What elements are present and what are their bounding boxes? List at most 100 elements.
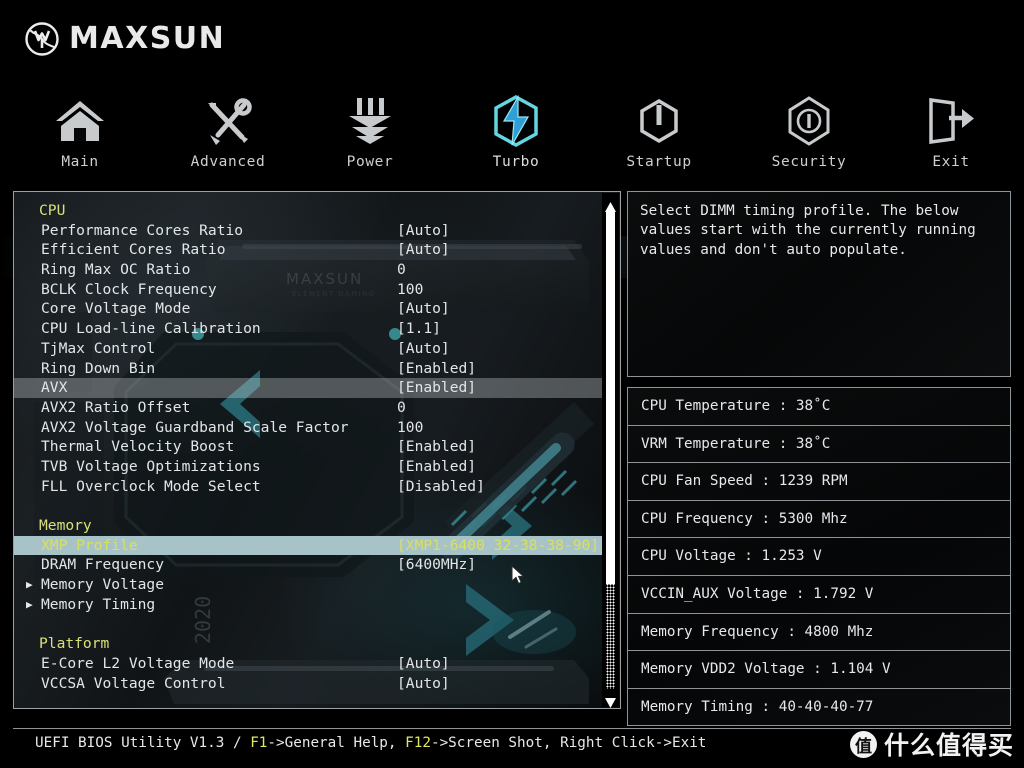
footer-key-f1: F1 [250, 735, 268, 751]
settings-row-label: Ring Max OC Ratio [41, 261, 191, 279]
status-bar-text: UEFI BIOS Utility V1.3 / F1->General Hel… [35, 735, 706, 751]
settings-row[interactable]: AVX2 Ratio Offset 0 [14, 398, 602, 418]
bios-screen: MAXSUN Main Advanced Power Turbo Startup… [0, 0, 1024, 768]
settings-row[interactable]: E-Core L2 Voltage Mode [Auto] [14, 654, 602, 674]
settings-row[interactable]: TjMax Control [Auto] [14, 339, 602, 359]
home-icon [52, 94, 108, 148]
settings-row-value: [Enabled] [397, 359, 477, 377]
scroll-down-arrow-icon[interactable] [605, 693, 616, 708]
settings-row[interactable]: ▶ Memory Timing [14, 595, 602, 615]
settings-row-label: AVX [41, 379, 68, 397]
power-stack-icon [344, 94, 396, 148]
exit-arrow-icon [925, 94, 977, 148]
power-button-icon [635, 94, 683, 148]
settings-row-value: [Auto] [397, 300, 450, 318]
header-bar: MAXSUN [0, 0, 1024, 88]
tab-startup-label: Startup [626, 154, 692, 170]
main-body: 2020 MAXSUN ELEMENT GAMING CPU Performanc… [0, 186, 1024, 728]
help-text: Select DIMM timing profile. The below va… [640, 203, 976, 258]
settings-row-value: [Auto] [397, 241, 450, 259]
scrollbar-thumb[interactable] [606, 211, 615, 584]
sensor-row: CPU Frequency : 5300 Mhz [628, 501, 1010, 539]
settings-row[interactable]: VCCSA Voltage Control [Auto] [14, 674, 602, 694]
settings-row-label: AVX2 Ratio Offset [41, 398, 191, 416]
maxsun-globe-logo-icon [24, 21, 60, 57]
settings-row-value: 0 [397, 398, 406, 416]
settings-row-label: Memory Timing [41, 595, 156, 613]
tab-power-label: Power [346, 154, 394, 170]
settings-row-label: Platform [39, 635, 110, 653]
tab-advanced[interactable]: Advanced [168, 90, 288, 186]
tab-power[interactable]: Power [310, 90, 430, 186]
sensor-row: Memory Timing : 40-40-40-77 [628, 689, 1010, 727]
settings-row[interactable]: Ring Max OC Ratio 0 [14, 260, 602, 280]
settings-row-label: Memory Voltage [41, 576, 165, 594]
tab-main[interactable]: Main [20, 90, 140, 186]
settings-row-value: [Disabled] [397, 477, 485, 495]
submenu-arrow-icon: ▶ [26, 597, 33, 611]
settings-row[interactable]: Performance Cores Ratio [Auto] [14, 221, 602, 241]
settings-row-value: [Enabled] [397, 457, 477, 475]
info-column: Select DIMM timing profile. The below va… [627, 191, 1011, 727]
settings-row-value: 0 [397, 261, 406, 279]
tab-turbo[interactable]: Turbo [456, 90, 576, 186]
settings-spacer [14, 614, 602, 634]
scroll-up-arrow-icon[interactable] [605, 197, 616, 212]
sensor-row: CPU Voltage : 1.253 V [628, 538, 1010, 576]
settings-row[interactable]: Thermal Velocity Boost [Enabled] [14, 437, 602, 457]
settings-row[interactable]: Ring Down Bin [Enabled] [14, 359, 602, 379]
settings-row-value: [1.1] [397, 320, 441, 338]
settings-row-value: [Auto] [397, 221, 450, 239]
brand-name: MAXSUN [69, 21, 226, 56]
settings-spacer [14, 496, 602, 516]
footer-mid-1: ->General Help, [267, 735, 406, 751]
settings-row-label: CPU Load-line Calibration [41, 320, 261, 338]
tab-startup[interactable]: Startup [599, 90, 719, 186]
settings-row-label: AVX2 Voltage Guardband Scale Factor [41, 418, 349, 436]
settings-row[interactable]: XMP Profile [XMP1-6400 32-38-38-90] [14, 535, 602, 556]
settings-row[interactable]: FLL Overclock Mode Select [Disabled] [14, 477, 602, 497]
settings-row[interactable]: TVB Voltage Optimizations [Enabled] [14, 457, 602, 477]
settings-row-label: Memory [39, 517, 92, 534]
settings-row[interactable]: CPU Load-line Calibration [1.1] [14, 319, 602, 339]
settings-row-label: Ring Down Bin [41, 359, 156, 377]
settings-row-label: TjMax Control [41, 339, 156, 357]
sensor-row: VRM Temperature : 38˚C [628, 426, 1010, 464]
settings-row[interactable]: Efficient Cores Ratio [Auto] [14, 240, 602, 260]
settings-section-heading: Memory [14, 516, 602, 536]
tools-icon [202, 94, 254, 148]
settings-row-label: VCCSA Voltage Control [41, 674, 226, 692]
settings-row-label: XMP Profile [41, 536, 138, 554]
settings-row-label: E-Core L2 Voltage Mode [41, 654, 235, 672]
settings-row-value: [Auto] [397, 339, 450, 357]
settings-section-heading: Platform [14, 634, 602, 654]
settings-row-label: BCLK Clock Frequency [41, 280, 217, 298]
settings-row[interactable]: AVX [Enabled] [14, 378, 602, 398]
sensor-row: Memory Frequency : 4800 Mhz [628, 614, 1010, 652]
settings-row-label: Core Voltage Mode [41, 300, 191, 318]
settings-row-value: [Enabled] [397, 438, 477, 456]
settings-row-value: [Auto] [397, 674, 450, 692]
settings-row[interactable]: AVX2 Voltage Guardband Scale Factor 100 [14, 418, 602, 438]
settings-row-value: [Enabled] [397, 379, 477, 397]
hardware-monitor-panel: CPU Temperature : 38˚C VRM Temperature : … [627, 387, 1011, 727]
tab-turbo-label: Turbo [492, 154, 540, 170]
tab-security-label: Security [771, 154, 847, 170]
sensor-row: CPU Temperature : 38˚C [628, 388, 1010, 426]
settings-row-value: [6400MHz] [397, 556, 477, 574]
shield-info-icon [784, 94, 834, 148]
footer-prefix: UEFI BIOS Utility V1.3 / [35, 735, 251, 751]
tab-exit-label: Exit [932, 154, 970, 170]
settings-scrollbar[interactable] [602, 193, 619, 708]
tab-security[interactable]: Security [749, 90, 869, 186]
settings-row[interactable]: Core Voltage Mode [Auto] [14, 299, 602, 319]
settings-row[interactable]: DRAM Frequency [6400MHz] [14, 555, 602, 575]
footer-mid-2: ->Screen Shot, Right Click->Exit [430, 735, 707, 751]
watermark-badge-icon: 值 [849, 730, 877, 758]
settings-row[interactable]: BCLK Clock Frequency 100 [14, 280, 602, 300]
tab-exit[interactable]: Exit [891, 90, 1011, 186]
settings-list: CPU Performance Cores Ratio [Auto] Efficien… [14, 192, 602, 708]
settings-row[interactable]: ▶ Memory Voltage [14, 575, 602, 595]
settings-row-label: TVB Voltage Optimizations [41, 457, 261, 475]
settings-row-label: DRAM Frequency [41, 556, 165, 574]
